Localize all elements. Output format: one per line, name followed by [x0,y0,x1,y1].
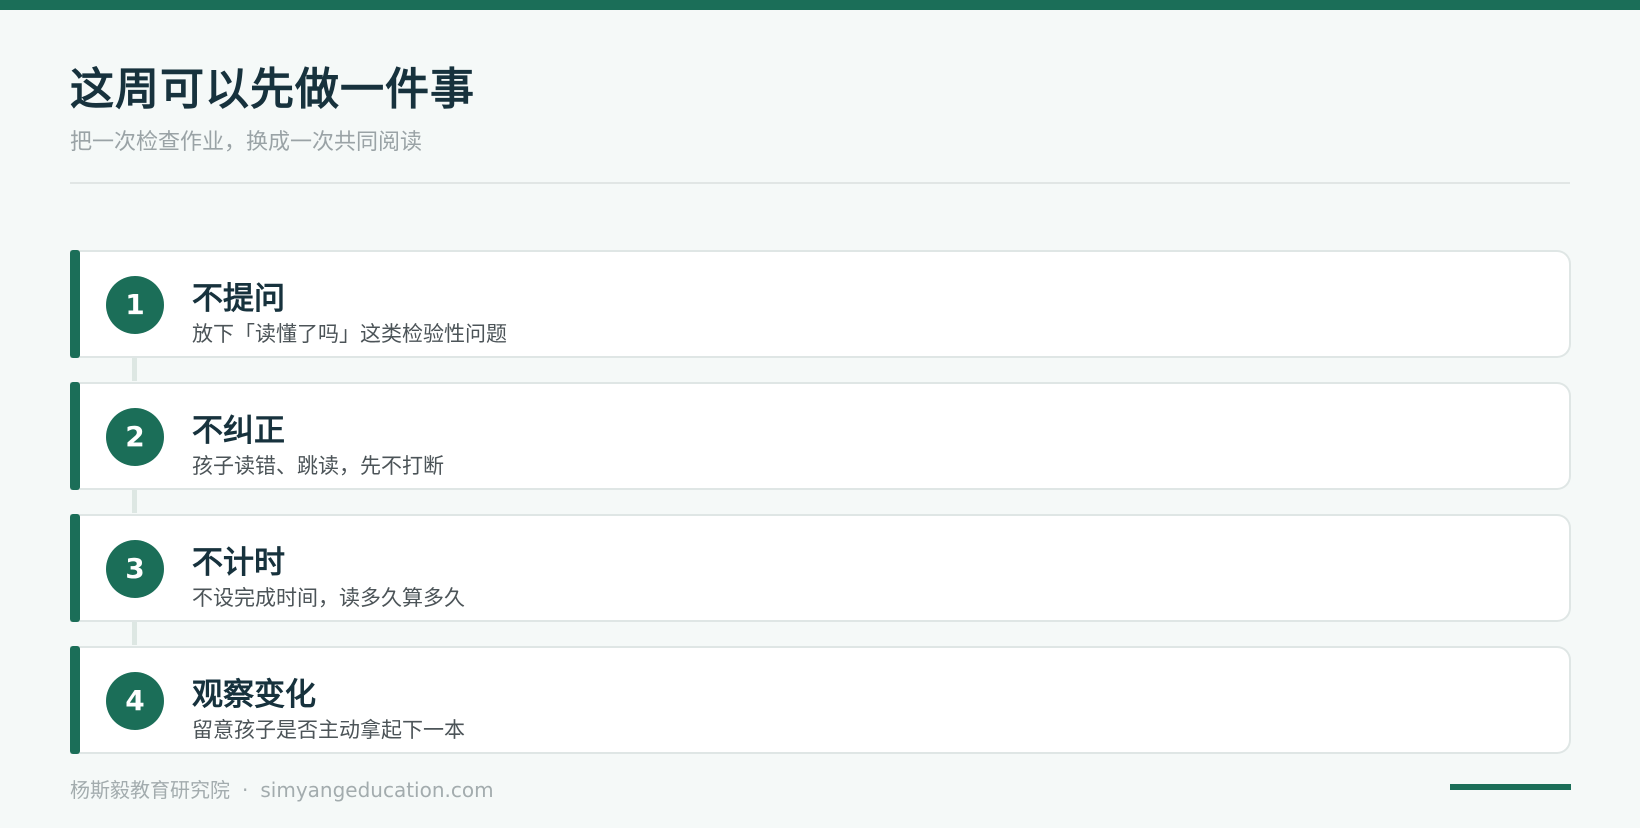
page-title: 这周可以先做一件事 [70,64,475,115]
step-description: 不设完成时间，读多久算多久 [192,586,465,610]
step-connector [132,621,137,645]
step-card-1: 1 不提问 放下「读懂了吗」这类检验性问题 [70,250,1571,358]
page-subtitle: 把一次检查作业，换成一次共同阅读 [70,130,423,155]
footer-org: 杨斯毅教育研究院 [70,778,230,802]
footer-site: simyangeducation.com [260,778,494,802]
step-description: 留意孩子是否主动拿起下一本 [192,718,465,742]
step-number-badge: 4 [106,672,164,730]
footer: 杨斯毅教育研究院 · simyangeducation.com [70,776,494,804]
step-number-badge: 1 [106,276,164,334]
step-title: 不提问 [192,281,285,317]
step-card-4: 4 观察变化 留意孩子是否主动拿起下一本 [70,646,1571,754]
footer-accent-bar [1450,784,1571,790]
step-number-badge: 3 [106,540,164,598]
step-description: 放下「读懂了吗」这类检验性问题 [192,322,507,346]
step-connector [132,357,137,381]
step-connector [132,489,137,513]
top-accent-bar [0,0,1640,10]
step-title: 观察变化 [192,677,316,713]
step-title: 不计时 [192,545,285,581]
step-card-3: 3 不计时 不设完成时间，读多久算多久 [70,514,1571,622]
step-number-badge: 2 [106,408,164,466]
step-description: 孩子读错、跳读，先不打断 [192,454,444,478]
step-card-2: 2 不纠正 孩子读错、跳读，先不打断 [70,382,1571,490]
step-title: 不纠正 [192,413,285,449]
header-divider [70,182,1570,184]
footer-separator: · [242,778,249,802]
